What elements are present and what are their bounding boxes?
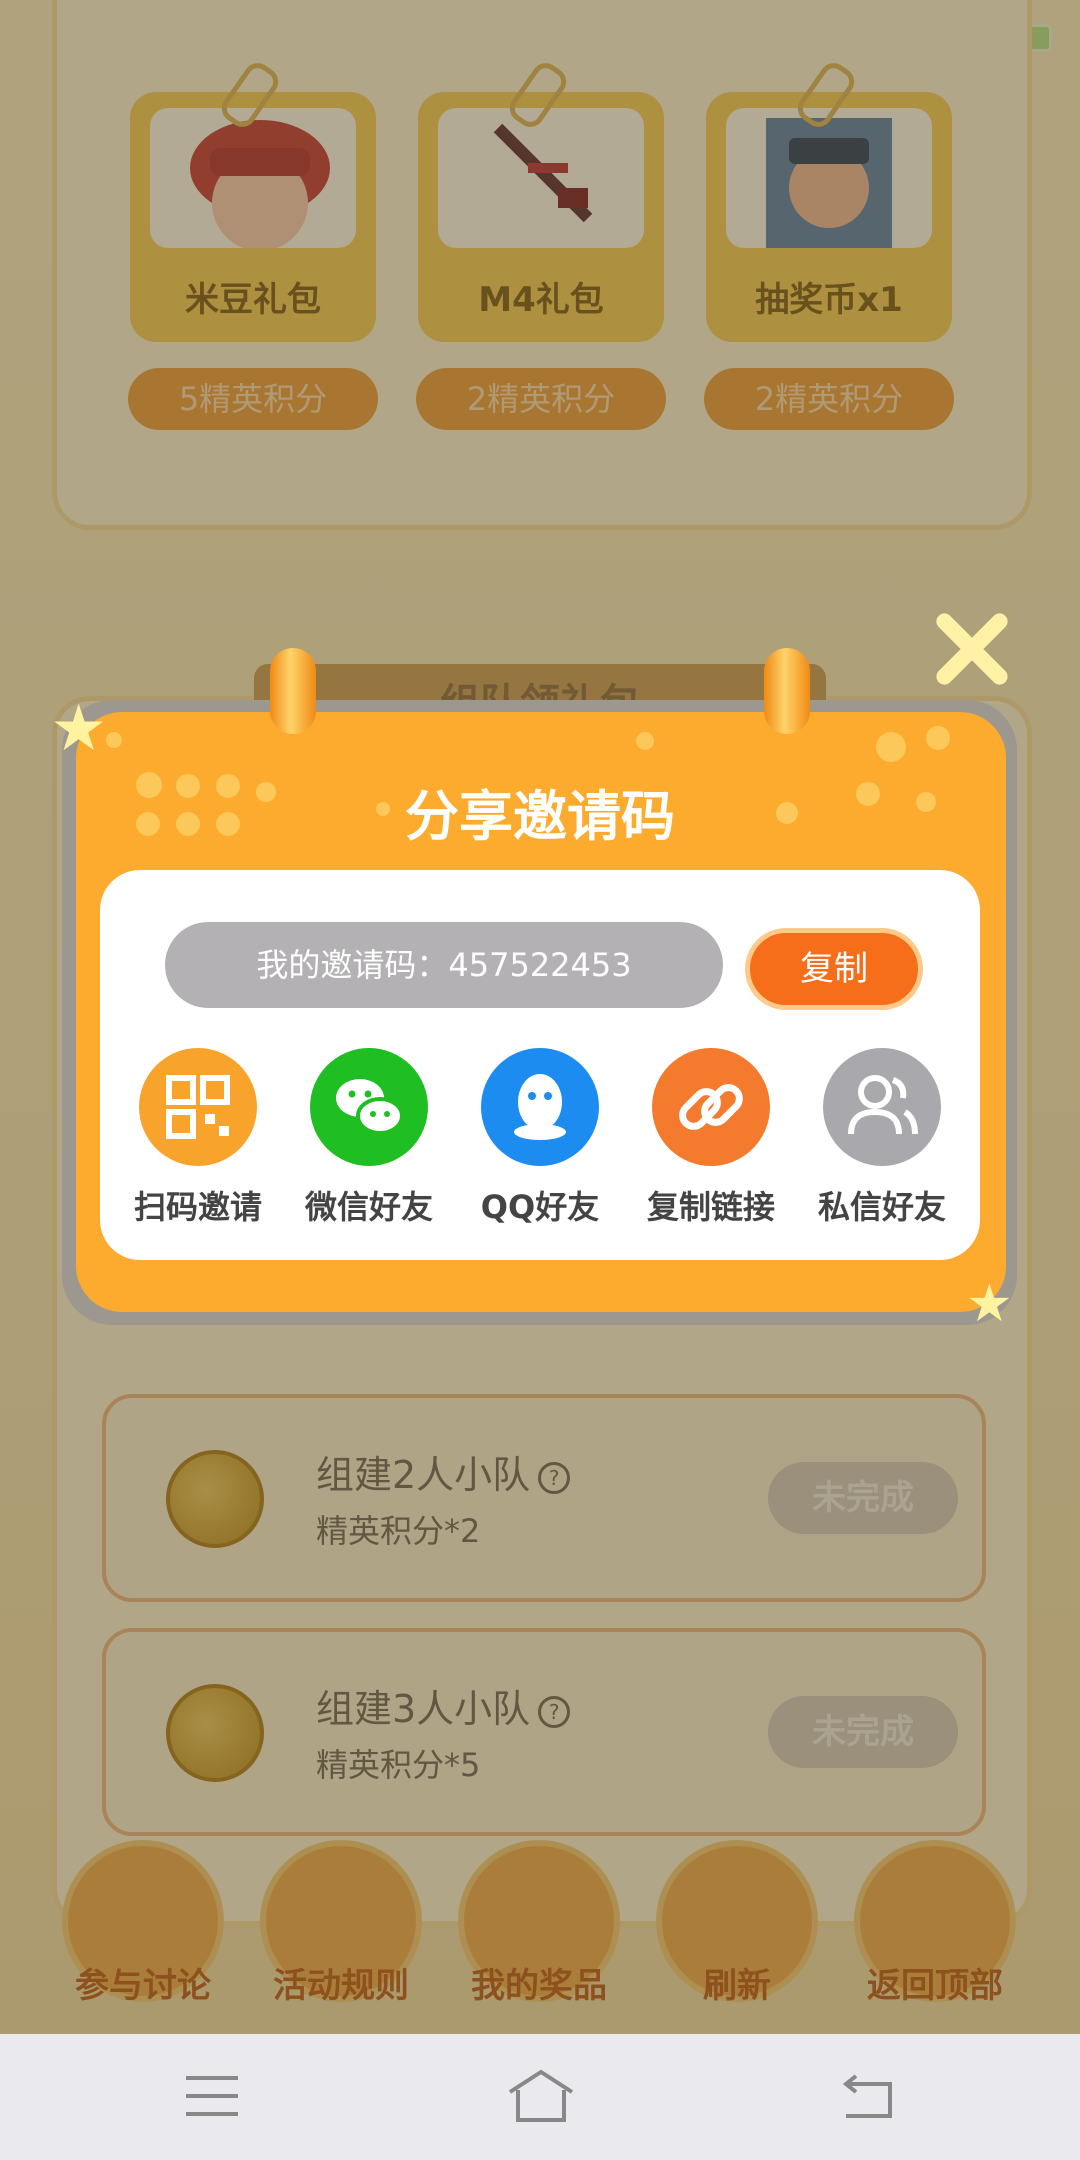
link-icon — [652, 1048, 770, 1166]
star-decoration-icon: ★ — [966, 1274, 1013, 1334]
share-private-message[interactable]: 私信好友 — [797, 1048, 967, 1228]
binder-ring-right — [752, 648, 822, 776]
users-icon — [823, 1048, 941, 1166]
star-decoration-icon: ★ — [50, 692, 108, 766]
modal-title: 分享邀请码 — [405, 785, 675, 848]
system-nav-bar — [0, 2034, 1080, 2160]
binder-ring-left — [258, 648, 328, 776]
menu-icon[interactable] — [186, 2074, 238, 2118]
share-copy-link[interactable]: 复制链接 — [626, 1048, 796, 1228]
close-icon[interactable] — [928, 606, 1014, 692]
qr-code-icon — [139, 1048, 257, 1166]
share-label: 复制链接 — [646, 1188, 775, 1226]
share-label: QQ好友 — [480, 1188, 600, 1226]
qq-icon — [481, 1048, 599, 1166]
share-qr[interactable]: 扫码邀请 — [113, 1048, 283, 1228]
share-label: 扫码邀请 — [133, 1188, 262, 1226]
wechat-icon — [310, 1048, 428, 1166]
share-qq[interactable]: QQ好友 — [455, 1048, 625, 1228]
share-label: 私信好友 — [817, 1188, 946, 1226]
copy-code-button[interactable]: 复制 — [745, 928, 923, 1010]
invite-code-display: 我的邀请码：457522453 — [165, 922, 723, 1008]
share-wechat[interactable]: 微信好友 — [284, 1048, 454, 1228]
home-icon[interactable] — [506, 2068, 576, 2124]
share-label: 微信好友 — [304, 1188, 433, 1226]
return-icon[interactable] — [842, 2072, 896, 2120]
